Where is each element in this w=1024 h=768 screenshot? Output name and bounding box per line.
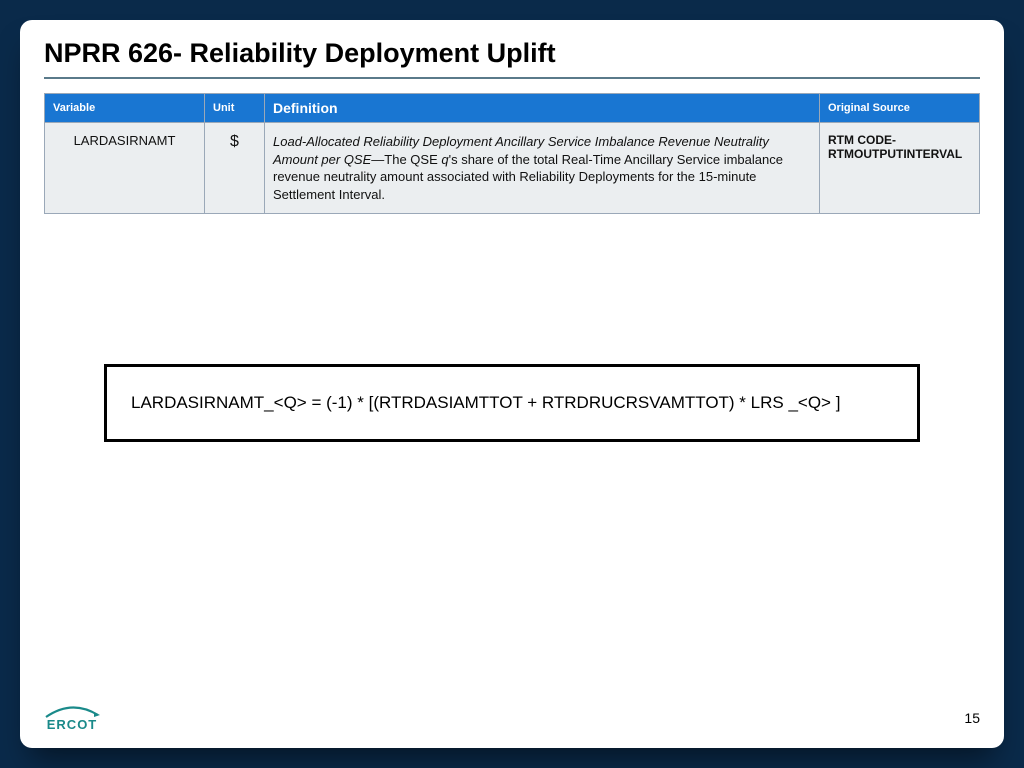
formula-box: LARDASIRNAMT_<Q> = (-1) * [(RTRDASIAMTTO… (104, 364, 920, 442)
logo-swoosh-icon (44, 705, 100, 719)
formula-text: LARDASIRNAMT_<Q> = (-1) * [(RTRDASIAMTTO… (131, 393, 840, 412)
variable-table: Variable Unit Definition Original Source… (44, 93, 980, 214)
th-source: Original Source (820, 94, 980, 123)
cell-variable: LARDASIRNAMT (45, 123, 205, 214)
table-row: LARDASIRNAMT $ Load-Allocated Reliabilit… (45, 123, 980, 214)
footer: ERCOT 15 (20, 698, 1004, 738)
logo-text: ERCOT (47, 717, 98, 732)
logo: ERCOT (44, 705, 100, 732)
th-variable: Variable (45, 94, 205, 123)
cell-definition: Load-Allocated Reliability Deployment An… (265, 123, 820, 214)
page-number: 15 (964, 710, 980, 726)
title-rule (44, 77, 980, 79)
definition-sep: —The QSE (371, 152, 441, 167)
th-definition: Definition (265, 94, 820, 123)
definition-q: q (441, 152, 448, 167)
cell-source: RTM CODE-RTMOUTPUTINTERVAL (820, 123, 980, 214)
slide: NPRR 626- Reliability Deployment Uplift … (20, 20, 1004, 748)
th-unit: Unit (205, 94, 265, 123)
cell-unit: $ (205, 123, 265, 214)
table-header-row: Variable Unit Definition Original Source (45, 94, 980, 123)
page-title: NPRR 626- Reliability Deployment Uplift (44, 38, 980, 77)
